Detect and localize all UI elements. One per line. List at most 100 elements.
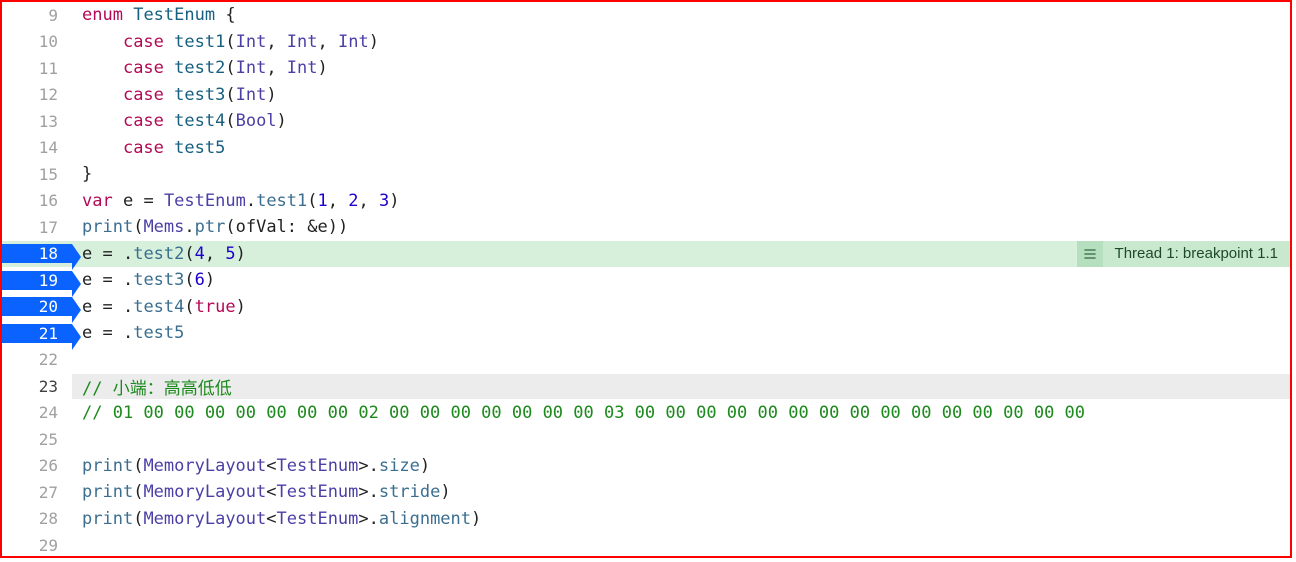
token: , [318, 32, 338, 52]
token: test4 [133, 297, 184, 317]
token: e [82, 244, 92, 264]
code-content[interactable]: case test4(Bool) [72, 111, 1290, 131]
token: ( [225, 111, 235, 131]
token: ( [133, 482, 143, 502]
code-line-22[interactable]: 22 [2, 347, 1290, 374]
token: >. [358, 509, 378, 529]
token: = [133, 191, 164, 211]
code-content[interactable]: } [72, 164, 1290, 184]
line-number[interactable]: 15 [2, 165, 72, 184]
line-number[interactable]: 24 [2, 403, 72, 422]
line-number[interactable]: 12 [2, 85, 72, 104]
token [164, 58, 174, 78]
token [113, 191, 123, 211]
token: = . [92, 270, 133, 290]
code-line-16[interactable]: 16var e = TestEnum.test1(1, 2, 3) [2, 188, 1290, 215]
token: , [328, 191, 348, 211]
code-line-17[interactable]: 17print(Mems.ptr(ofVal: &e)) [2, 214, 1290, 241]
token: ) [205, 270, 215, 290]
line-number[interactable]: 13 [2, 112, 72, 131]
code-line-11[interactable]: 11 case test2(Int, Int) [2, 55, 1290, 82]
line-number[interactable]: 27 [2, 483, 72, 502]
token [123, 5, 133, 25]
code-content[interactable]: e = .test5 [72, 323, 1290, 343]
code-content[interactable]: print(MemoryLayout<TestEnum>.size) [72, 456, 1290, 476]
line-number[interactable]: 26 [2, 456, 72, 475]
line-number[interactable]: 22 [2, 350, 72, 369]
code-content[interactable]: e = .test4(true) [72, 297, 1290, 317]
line-number[interactable]: 9 [2, 6, 72, 25]
token: 4 [195, 244, 205, 264]
token: TestEnum [164, 191, 246, 211]
code-line-19[interactable]: 19e = .test3(6) [2, 267, 1290, 294]
token: Bool [236, 111, 277, 131]
token: ) [471, 509, 481, 529]
line-number[interactable]: 10 [2, 32, 72, 51]
token: ) [236, 297, 246, 317]
token: case [123, 138, 164, 158]
line-number[interactable]: 23 [2, 377, 72, 396]
code-line-21[interactable]: 21e = .test5 [2, 320, 1290, 347]
code-line-12[interactable]: 12 case test3(Int) [2, 82, 1290, 109]
code-line-10[interactable]: 10 case test1(Int, Int, Int) [2, 29, 1290, 56]
code-line-26[interactable]: 26print(MemoryLayout<TestEnum>.size) [2, 453, 1290, 480]
token: Int [287, 58, 318, 78]
token: test4 [174, 111, 225, 131]
code-editor[interactable]: 9enum TestEnum {10 case test1(Int, Int, … [2, 2, 1290, 556]
code-content[interactable]: enum TestEnum { [72, 5, 1290, 25]
code-line-13[interactable]: 13 case test4(Bool) [2, 108, 1290, 135]
token [164, 111, 174, 131]
code-line-28[interactable]: 28print(MemoryLayout<TestEnum>.alignment… [2, 506, 1290, 533]
line-number[interactable]: 16 [2, 191, 72, 210]
code-line-24[interactable]: 24// 01 00 00 00 00 00 00 00 02 00 00 00… [2, 400, 1290, 427]
code-content[interactable]: print(MemoryLayout<TestEnum>.alignment) [72, 509, 1290, 529]
line-number[interactable]: 14 [2, 138, 72, 157]
breakpoint-marker[interactable]: 20 [2, 297, 72, 316]
code-content[interactable]: print(MemoryLayout<TestEnum>.stride) [72, 482, 1290, 502]
code-content[interactable]: case test1(Int, Int, Int) [72, 32, 1290, 52]
code-line-18[interactable]: 18e = .test2(4, 5)Thread 1: breakpoint 1… [2, 241, 1290, 268]
breakpoint-marker[interactable]: 19 [2, 271, 72, 290]
code-content[interactable]: // 01 00 00 00 00 00 00 00 02 00 00 00 0… [72, 403, 1290, 423]
line-number[interactable]: 28 [2, 509, 72, 528]
menu-icon[interactable] [1077, 241, 1103, 268]
code-content[interactable]: case test3(Int) [72, 85, 1290, 105]
token: )) [328, 217, 348, 237]
code-line-25[interactable]: 25 [2, 426, 1290, 453]
token: true [195, 297, 236, 317]
code-line-14[interactable]: 14 case test5 [2, 135, 1290, 162]
token: var [82, 191, 113, 211]
thread-badge[interactable]: Thread 1: breakpoint 1.1 [1077, 241, 1290, 268]
token: e [123, 191, 133, 211]
code-line-20[interactable]: 20e = .test4(true) [2, 294, 1290, 321]
code-line-15[interactable]: 15} [2, 161, 1290, 188]
token: // 小端：高高低低 [82, 379, 232, 399]
code-line-27[interactable]: 27print(MemoryLayout<TestEnum>.stride) [2, 479, 1290, 506]
code-content[interactable]: print(Mems.ptr(ofVal: &e)) [72, 217, 1290, 237]
token: 6 [195, 270, 205, 290]
token: ( [307, 191, 317, 211]
token: TestEnum [277, 482, 359, 502]
code-content[interactable]: e = .test3(6) [72, 270, 1290, 290]
token: test3 [133, 270, 184, 290]
code-content[interactable]: case test5 [72, 138, 1290, 158]
code-line-29[interactable]: 29 [2, 532, 1290, 556]
line-number[interactable]: 29 [2, 536, 72, 555]
token: test2 [174, 58, 225, 78]
code-content[interactable]: var e = TestEnum.test1(1, 2, 3) [72, 191, 1290, 211]
token: MemoryLayout [143, 456, 266, 476]
line-number[interactable]: 17 [2, 218, 72, 237]
code-content[interactable]: // 小端：高高低低 [72, 374, 1290, 399]
token: 5 [225, 244, 235, 264]
code-content[interactable]: case test2(Int, Int) [72, 58, 1290, 78]
code-line-9[interactable]: 9enum TestEnum { [2, 2, 1290, 29]
code-line-23[interactable]: 23 // 小端：高高低低 [2, 373, 1290, 400]
line-number[interactable]: 11 [2, 59, 72, 78]
token [164, 32, 174, 52]
token: ) [389, 191, 399, 211]
line-number[interactable]: 25 [2, 430, 72, 449]
breakpoint-marker[interactable]: 18 [2, 244, 72, 263]
token: print [82, 456, 133, 476]
token: ) [440, 482, 450, 502]
breakpoint-marker[interactable]: 21 [2, 324, 72, 343]
